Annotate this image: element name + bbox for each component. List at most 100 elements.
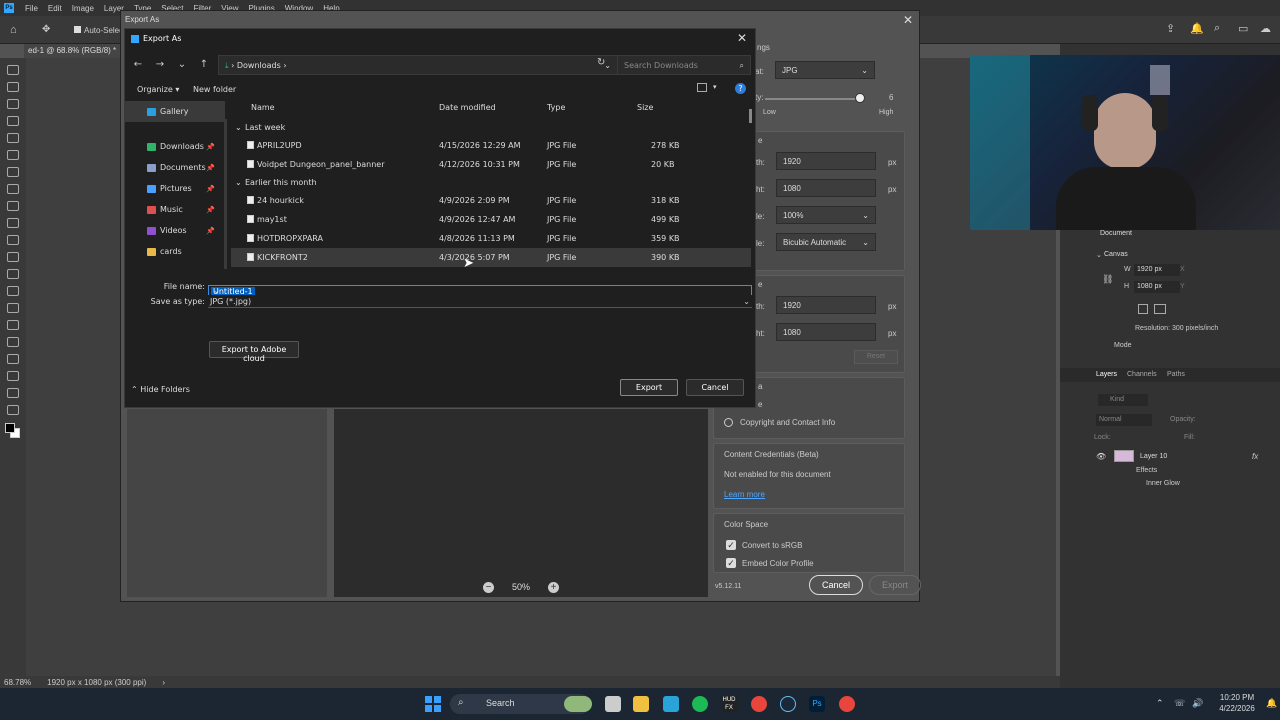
canvas-width-field[interactable]: 1920 px [1134,264,1180,276]
sidebar-item-cards[interactable]: cards [125,241,225,262]
search-downloads-input[interactable]: Search Downloads ⌕ [617,55,751,75]
file-row[interactable]: KICKFRONT4/3/2026 5:03 PMJPG File379 KB [231,267,751,271]
cancel-file-button[interactable]: Cancel [686,379,744,396]
cancel-button[interactable]: Cancel [809,575,864,595]
scale-select[interactable]: 100% ⌄ [776,206,876,224]
status-chevron-icon[interactable]: › [162,678,165,687]
layer-visibility-eye-icon[interactable]: 👁 [1096,452,1106,461]
layer-thumbnail[interactable] [1114,450,1134,462]
tab-paths[interactable]: Paths [1167,371,1185,378]
file-row[interactable]: 24 hourkick 4/9/2026 2:09 PM JPG File 318 K… [231,191,751,210]
sidebar-item-pictures[interactable]: Pictures 📌 [125,178,225,199]
canvas-height-input[interactable]: 1080 [776,323,876,341]
file-explorer-icon[interactable] [633,696,649,712]
close-icon[interactable]: ✕ [903,13,913,27]
hide-folders-toggle[interactable]: ⌃ Hide Folders [131,385,190,394]
move-tool-icon[interactable]: ✥ [42,24,50,35]
column-size[interactable]: Size [637,103,653,112]
sidebar-item-documents[interactable]: Documents 📌 [125,157,225,178]
pin-icon[interactable]: 📌 [206,185,215,193]
search-icon[interactable]: ⌕ [1214,22,1220,35]
start-windows-icon[interactable] [425,696,441,712]
back-arrow-icon[interactable]: ← [127,59,149,70]
file-row[interactable]: APRIL2UPD 4/15/2026 12:29 AM JPG File 278 K… [231,136,751,155]
width-input[interactable]: 1920 [776,152,876,170]
auto-select-checkbox[interactable] [74,26,81,33]
hud-fx-icon[interactable]: HUD FX [721,696,737,712]
column-name[interactable]: Name [251,103,275,112]
metadata-none-option[interactable]: e [758,400,762,409]
file-name-chevron-icon[interactable]: ⌄ [211,286,748,295]
color-swatches[interactable] [5,423,21,439]
layer-fx-icon[interactable]: fx [1252,452,1258,461]
quick-select-tool-icon[interactable] [7,116,19,126]
volume-icon[interactable]: 🔊 [1192,698,1203,709]
steam-icon[interactable] [780,696,796,712]
forward-arrow-icon[interactable]: → [149,59,171,70]
pen-tool-icon[interactable] [7,320,19,330]
frame-tool-icon[interactable] [7,150,19,160]
portrait-orientation-icon[interactable] [1138,304,1148,314]
lasso-tool-icon[interactable] [7,99,19,109]
cloud-icon[interactable]: ☁ [1260,22,1271,35]
eyedropper-tool-icon[interactable] [7,167,19,177]
export-to-adobe-cloud-button[interactable]: Export to Adobe cloud [209,341,299,363]
file-row[interactable]: HOTDROPXPARA 4/8/2026 11:13 PM JPG File 359… [231,229,751,248]
address-bar[interactable]: ⤓ › Downloads › ⌄ [218,55,618,75]
status-zoom[interactable]: 68.78% [4,678,31,687]
learn-more-link[interactable]: Learn more [724,490,765,499]
document-tab[interactable]: ed-1 @ 68.8% (RGB/8) * [24,44,124,58]
marquee-tool-icon[interactable] [7,82,19,92]
blend-mode-select[interactable]: Normal [1096,414,1152,426]
quality-slider-handle[interactable] [855,93,865,103]
breadcrumb-downloads[interactable]: Downloads [237,61,281,70]
tab-channels[interactable]: Channels [1127,371,1157,378]
up-arrow-icon[interactable]: ↑ [193,59,215,70]
sidebar-item-gallery[interactable]: Gallery [125,101,225,122]
crop-tool-icon[interactable] [7,133,19,143]
document-tab-label[interactable]: Document [1100,230,1132,237]
sidebar-item-music[interactable]: Music 📌 [125,199,225,220]
file-list-scrollbar[interactable] [749,109,752,123]
view-chevron-icon[interactable]: ▾ [713,83,717,91]
eraser-tool-icon[interactable] [7,252,19,262]
move-tool-icon[interactable] [7,65,19,75]
notepad-icon[interactable] [663,696,679,712]
column-type[interactable]: Type [547,103,565,112]
canvas-height-field[interactable]: 1080 px [1134,281,1180,293]
convert-srgb-checkbox[interactable]: ✓ [726,540,736,550]
close-icon[interactable]: ✕ [737,31,747,45]
blur-tool-icon[interactable] [7,286,19,296]
path-select-tool-icon[interactable] [7,354,19,364]
menu-file[interactable]: File [20,4,43,13]
refresh-icon[interactable]: ↻ [597,57,605,68]
column-date-modified[interactable]: Date modified [439,103,496,112]
link-icon[interactable]: ⛓ [1102,274,1113,285]
embed-profile-checkbox[interactable]: ✓ [726,558,736,568]
recent-chevron-icon[interactable]: ⌄ [171,59,193,70]
export-file-button[interactable]: Export [620,379,678,396]
file-row[interactable]: Voidpet Dungeon_panel_banner 4/12/2026 10… [231,155,751,174]
new-folder-button[interactable]: New folder [193,85,236,94]
breadcrumb-chevron-icon[interactable]: › [283,61,286,70]
group-chevron-icon[interactable]: ⌄ [235,178,242,187]
hand-tool-icon[interactable] [7,388,19,398]
collapse-chevron-icon[interactable]: ⌄ [1096,251,1102,259]
brush-tool-icon[interactable] [7,201,19,211]
landscape-orientation-icon[interactable] [1154,304,1166,314]
menu-image[interactable]: Image [67,4,99,13]
home-icon[interactable]: ⌂ [10,24,17,36]
format-select[interactable]: JPG ⌄ [775,61,875,79]
zoom-tool-icon[interactable] [7,405,19,415]
sidebar-item-videos[interactable]: Videos 📌 [125,220,225,241]
pin-icon[interactable]: 📌 [206,206,215,214]
workspace-icon[interactable]: ▭ [1238,22,1248,35]
reset-button[interactable]: Reset [854,350,898,364]
file-row[interactable]: KICKFRONT2 4/3/2026 5:07 PM JPG File 390 KB [231,248,751,267]
network-icon[interactable]: ☏ [1174,698,1185,709]
file-group-header[interactable]: ⌄ Last week [231,119,751,136]
task-view-icon[interactable] [605,696,621,712]
taskbar-clock[interactable]: 10:20 PM 4/22/2026 [1212,692,1262,714]
stamp-tool-icon[interactable] [7,218,19,228]
zoom-in-icon[interactable]: + [548,581,559,593]
